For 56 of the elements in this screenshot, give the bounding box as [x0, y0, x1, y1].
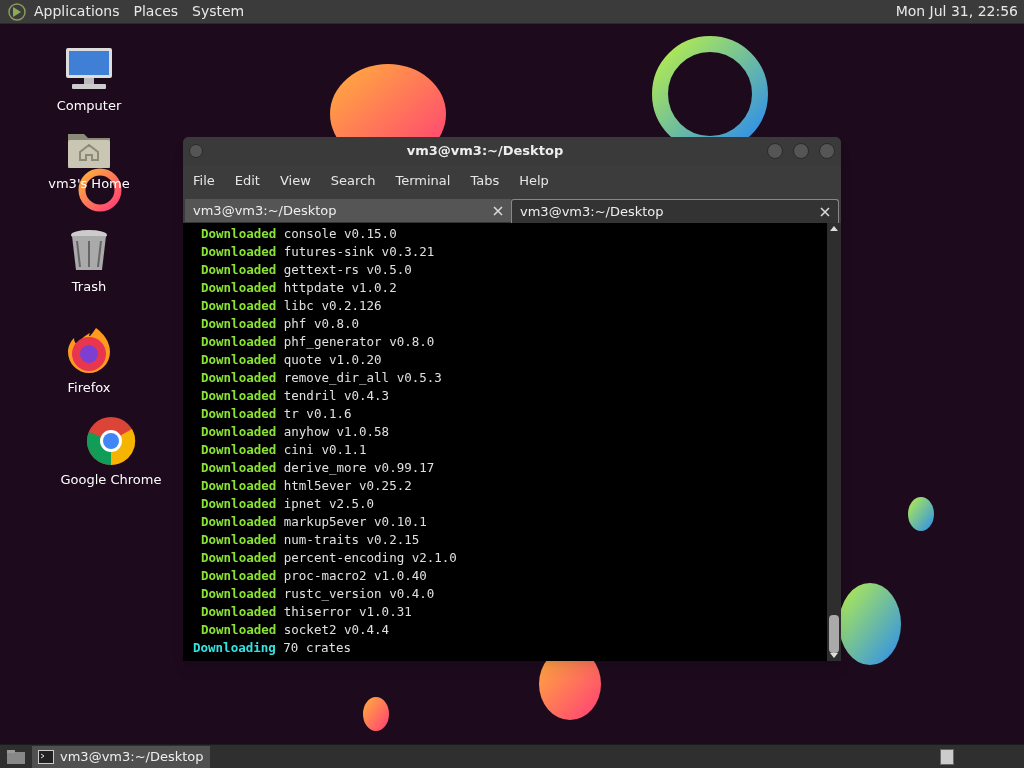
desktop-icon-label[interactable]: Trash: [71, 277, 107, 297]
workspace-switcher[interactable]: [940, 748, 954, 765]
terminal-icon: [38, 749, 54, 764]
clock[interactable]: Mon Jul 31, 22:56: [895, 1, 1018, 22]
close-tab-icon[interactable]: [493, 205, 503, 216]
menu-item[interactable]: File: [193, 171, 215, 191]
output-line: Downloaded thiserror v1.0.31: [200, 603, 413, 621]
output-line: Downloading 70 crates: [193, 639, 353, 657]
output-line: Downloaded html5ever v0.25.2: [200, 477, 413, 495]
menu-item[interactable]: View: [279, 171, 311, 191]
output-line: Downloaded num-traits v0.2.15: [200, 531, 421, 549]
output-line: Downloaded phf v0.8.0: [200, 315, 361, 333]
terminal-tab[interactable]: vm3@vm3:~/Desktop: [511, 199, 839, 223]
menu-item[interactable]: Help: [519, 171, 549, 191]
output-line: Downloaded derive_more v0.99.17: [200, 459, 436, 477]
output-line: Downloaded socket2 v0.4.4: [200, 621, 391, 639]
scrollbar[interactable]: [827, 223, 841, 661]
scrollbar-thumb[interactable]: [829, 615, 839, 653]
desktop-icon-label[interactable]: Firefox: [67, 378, 111, 398]
output-line: Downloaded markup5ever v0.10.1: [200, 513, 428, 531]
menu-item[interactable]: Search: [330, 171, 376, 191]
output-line: Downloaded futures-sink v0.3.21: [200, 243, 436, 261]
desktop-icon-label[interactable]: Google Chrome: [60, 470, 162, 490]
output-line: Downloaded remove_dir_all v0.5.3: [200, 369, 443, 387]
task-button[interactable]: vm3@vm3:~/Desktop: [32, 745, 210, 768]
chrome-icon: [86, 416, 136, 466]
output-line: Downloaded phf_generator v0.8.0: [200, 333, 436, 351]
window-title: vm3@vm3:~/Desktop: [405, 142, 565, 161]
output-line: Downloaded rustc_version v0.4.0: [200, 585, 436, 603]
menu-item[interactable]: Edit: [234, 171, 260, 191]
output-line: Downloaded quote v1.0.20: [200, 351, 383, 369]
menu-item[interactable]: Terminal: [395, 171, 451, 191]
output-line: Downloaded console v0.15.0: [200, 225, 398, 243]
terminal-tab[interactable]: vm3@vm3:~/Desktop: [185, 199, 511, 223]
scroll-up-icon[interactable]: [830, 225, 838, 231]
trash-can-icon: [69, 229, 109, 273]
firefox-icon: [66, 326, 112, 374]
close-tab-icon[interactable]: [820, 206, 830, 217]
output-line: Downloaded gettext-rs v0.5.0: [200, 261, 413, 279]
panel-menu[interactable]: Places: [133, 1, 179, 22]
output-line: Downloaded libc v0.2.126: [200, 297, 383, 315]
desktop-icon-label[interactable]: Computer: [56, 96, 122, 116]
panel-menu[interactable]: Applications: [34, 1, 120, 22]
menu-item[interactable]: Tabs: [470, 171, 500, 191]
show-desktop-icon[interactable]: [6, 748, 26, 765]
panel-menu[interactable]: System: [192, 1, 245, 22]
output-line: Downloaded proc-macro2 v1.0.40: [200, 567, 428, 585]
logo-icon: [8, 2, 26, 21]
monitor-icon: [64, 46, 114, 92]
output-line: Downloaded cini v0.1.1: [200, 441, 368, 459]
output-line: Downloaded httpdate v1.0.2: [200, 279, 398, 297]
output-line: Downloaded tr v0.1.6: [200, 405, 353, 423]
output-line: Downloaded tendril v0.4.3: [200, 387, 391, 405]
output-line: Downloaded percent-encoding v2.1.0: [200, 549, 458, 567]
output-line: Downloaded ipnet v2.5.0: [200, 495, 376, 513]
output-line: Downloaded anyhow v1.0.58: [200, 423, 391, 441]
